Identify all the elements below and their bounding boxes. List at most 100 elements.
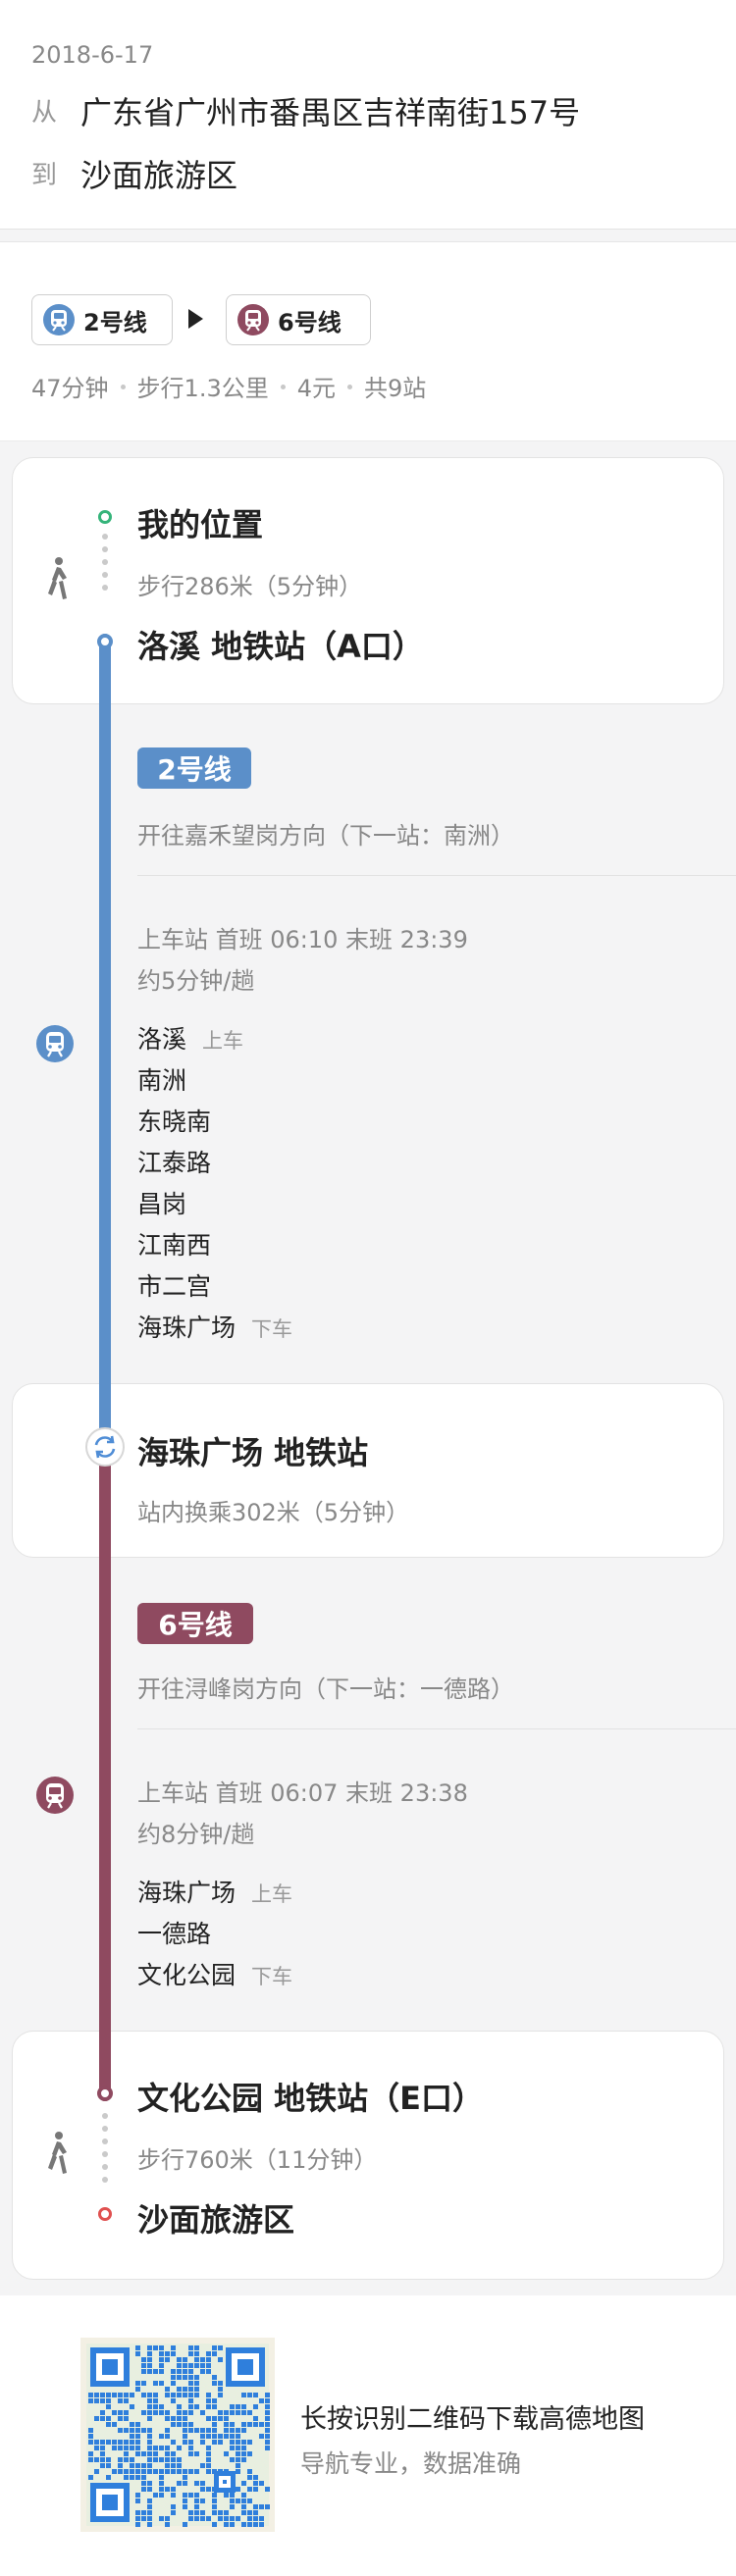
qr-module [218,2357,223,2362]
walking-person-icon [48,557,67,599]
qr-module [259,2522,264,2527]
qr-module [253,2487,258,2492]
qr-module [159,2457,164,2462]
qr-module [171,2393,176,2397]
qr-module [159,2369,164,2374]
qr-module [206,2487,211,2492]
qr-module [194,2357,199,2362]
qr-module [241,2504,246,2509]
qr-module [206,2457,211,2462]
qr-module [130,2469,134,2474]
qr-module [212,2504,217,2509]
qr-module [206,2516,211,2521]
qr-module [177,2369,182,2374]
qr-module [159,2469,164,2474]
qr-module [171,2493,176,2498]
qr-module [194,2351,199,2356]
qr-module [153,2345,158,2350]
qr-module [135,2516,140,2521]
chevron-right-icon [188,309,203,329]
qr-module [259,2422,264,2427]
qr-module [177,2469,182,2474]
qr-module [177,2446,182,2450]
line-chip-2[interactable]: 2号线 [31,294,173,345]
qr-module [171,2369,176,2374]
station-item: 昌岗 [137,1190,187,1218]
separator-dot [280,384,286,389]
qr-module [194,2428,199,2433]
qr-module [194,2393,199,2397]
qr-module [224,2516,229,2521]
qr-module [218,2387,223,2392]
qr-module [159,2481,164,2486]
qr-module [183,2504,187,2509]
qr-module [147,2345,152,2350]
line-chip-6[interactable]: 6号线 [226,294,371,345]
qr-module [88,2434,93,2439]
start-point-marker [98,510,112,524]
qr-module [147,2504,152,2509]
qr-module [177,2463,182,2468]
qr-module [141,2481,146,2486]
qr-module [265,2487,270,2492]
qr-module [171,2351,176,2356]
qr-module [206,2393,211,2397]
qr-module [200,2487,205,2492]
qr-module [171,2345,176,2350]
qr-module [194,2516,199,2521]
qr-code-icon[interactable] [80,2338,275,2532]
qr-module [165,2410,170,2415]
qr-module [241,2457,246,2462]
qr-module [194,2404,199,2409]
qr-module [241,2446,246,2450]
qr-module [141,2393,146,2397]
qr-module [188,2404,193,2409]
qr-module [177,2457,182,2462]
qr-module [265,2440,270,2445]
qr-module [171,2398,176,2403]
qr-module [241,2410,246,2415]
end-point-marker [98,2207,112,2221]
qr-module [206,2357,211,2362]
qr-module [265,2398,270,2403]
qr-module [88,2457,93,2462]
qr-module [218,2393,223,2397]
qr-module [177,2410,182,2415]
qr-module [259,2481,264,2486]
qr-module [177,2363,182,2368]
qr-module [236,2446,240,2450]
destination-title: 沙面旅游区 [137,2201,295,2239]
qr-module [253,2393,258,2397]
qr-module [112,2446,117,2450]
qr-module [183,2434,187,2439]
qr-module [171,2469,176,2474]
qr-module [135,2522,140,2527]
qr-module [200,2440,205,2445]
start-title: 我的位置 [137,506,264,543]
station-item: 海珠广场 下车 [137,1314,293,1342]
line-direction: 开往嘉禾望岗方向（下一站：南洲） [137,822,514,850]
qr-module [224,2493,229,2498]
qr-module [165,2446,170,2450]
alight-flag: 下车 [251,1317,293,1341]
qr-module [188,2469,193,2474]
qr-module [124,2428,129,2433]
qr-module [236,2516,240,2521]
from-label: 从 [31,98,58,128]
service-times: 上车站 首班 06:10 末班 23:39 [137,926,468,953]
qr-module [224,2416,229,2421]
station-item: 南洲 [137,1066,187,1095]
qr-module [194,2451,199,2456]
qr-module [206,2398,211,2403]
qr-module [247,2422,252,2427]
station-item: 江泰路 [137,1149,212,1177]
walk-distance: 步行1.3公里 [136,375,269,402]
station-item: 洛溪 上车 [137,1025,244,1054]
qr-module [135,2475,140,2480]
metro-icon [36,1777,74,1814]
qr-module [247,2516,252,2521]
qr-module [247,2522,252,2527]
qr-module [147,2457,152,2462]
qr-module [183,2469,187,2474]
qr-module [141,2487,146,2492]
